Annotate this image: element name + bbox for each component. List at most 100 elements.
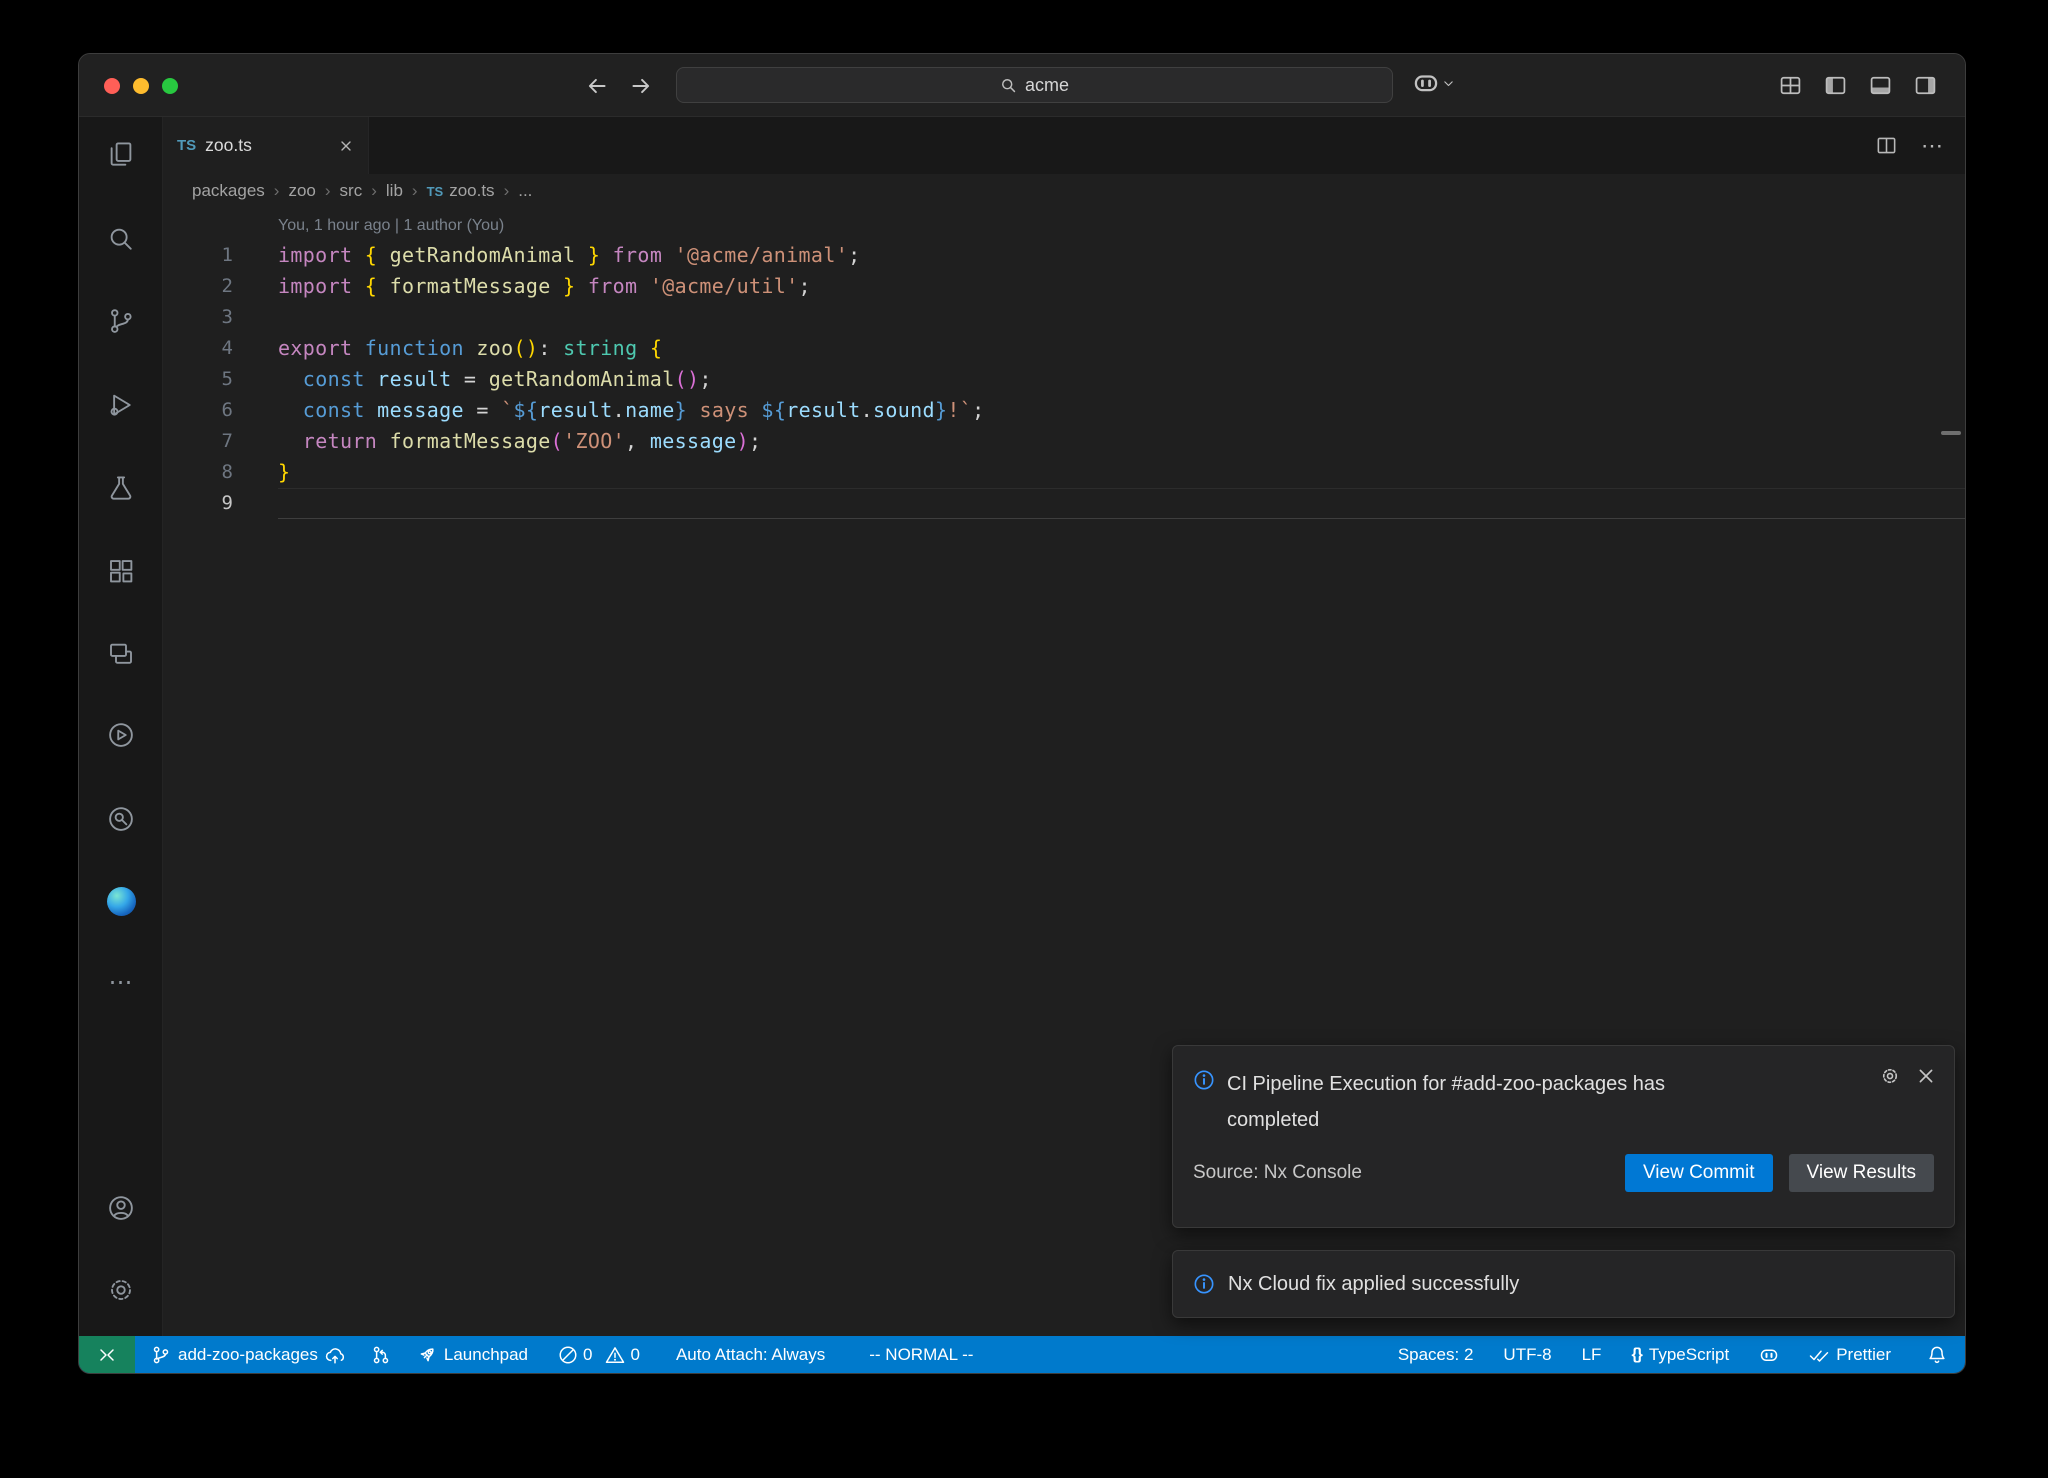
- breadcrumb-overflow[interactable]: ...: [518, 181, 532, 201]
- notification-close-icon[interactable]: [1916, 1066, 1936, 1086]
- breadcrumb-item[interactable]: src: [340, 181, 363, 201]
- code-line[interactable]: 9: [163, 488, 1965, 519]
- search-icon: [1000, 77, 1017, 94]
- copilot-icon: [1759, 1345, 1779, 1365]
- breadcrumb-separator-icon: ›: [412, 181, 418, 201]
- auto-attach-status[interactable]: Auto Attach: Always: [676, 1345, 825, 1365]
- copilot-menu-button[interactable]: [1413, 70, 1455, 96]
- code-line[interactable]: 4export function zoo(): string {: [163, 333, 1965, 364]
- close-window-button[interactable]: [104, 78, 120, 94]
- remote-indicator[interactable]: [79, 1336, 135, 1373]
- view-commit-button[interactable]: View Commit: [1625, 1154, 1773, 1192]
- circle-play-icon[interactable]: [106, 720, 136, 750]
- launchpad-label: Launchpad: [444, 1345, 528, 1365]
- code-line[interactable]: 8}: [163, 457, 1965, 488]
- line-number: 2: [163, 271, 233, 302]
- breadcrumb-item[interactable]: zoo: [288, 181, 315, 201]
- edge-devtools-icon[interactable]: [106, 886, 136, 916]
- forward-arrow-icon: [630, 75, 652, 97]
- code-line[interactable]: 2import { formatMessage } from '@acme/ut…: [163, 271, 1965, 302]
- search-bar[interactable]: acme: [676, 67, 1393, 103]
- status-bar-right: Spaces: 2 UTF-8 LF {} TypeScript Prettie…: [1398, 1345, 1965, 1365]
- notification-toast-ci-pipeline: CI Pipeline Execution for #add-zoo-packa…: [1172, 1045, 1955, 1228]
- pull-request-icon: [371, 1345, 391, 1365]
- customize-layout-icon[interactable]: [1779, 74, 1802, 97]
- code-line[interactable]: 6 const message = `${result.name} says $…: [163, 395, 1965, 426]
- braces-icon: {}: [1631, 1346, 1641, 1364]
- notification-source: Source: Nx Console: [1193, 1162, 1362, 1184]
- toggle-primary-sidebar-icon[interactable]: [1824, 74, 1847, 97]
- back-button[interactable]: [584, 73, 610, 99]
- tab-zoo-ts[interactable]: TS zoo.ts: [163, 117, 369, 174]
- code-line[interactable]: 3: [163, 302, 1965, 333]
- problems-status[interactable]: 0 0: [558, 1345, 640, 1365]
- line-number: 6: [163, 395, 233, 426]
- forward-button[interactable]: [628, 73, 654, 99]
- line-number: 3: [163, 302, 233, 333]
- toggle-panel-icon[interactable]: [1869, 74, 1892, 97]
- code-line[interactable]: 5 const result = getRandomAnimal();: [163, 364, 1965, 395]
- pull-request-status[interactable]: [371, 1345, 391, 1365]
- more-views-icon[interactable]: ⋯: [106, 968, 136, 998]
- notification-settings-gear-icon[interactable]: [1880, 1066, 1900, 1086]
- extensions-icon[interactable]: [106, 556, 136, 586]
- code-line[interactable]: 1import { getRandomAnimal } from '@acme/…: [163, 240, 1965, 271]
- status-bar: add-zoo-packages Launchpad 0 0 Auto Atta…: [79, 1336, 1965, 1373]
- warning-triangle-icon: [605, 1345, 625, 1365]
- line-number: 1: [163, 240, 233, 271]
- launchpad-status[interactable]: Launchpad: [417, 1345, 528, 1365]
- close-tab-button[interactable]: [338, 138, 354, 154]
- split-editor-icon[interactable]: [1876, 135, 1897, 156]
- more-actions-icon[interactable]: ⋯: [1921, 135, 1943, 156]
- activity-bar: ⋯: [79, 117, 163, 1336]
- tab-label: zoo.ts: [205, 135, 252, 156]
- toggle-secondary-sidebar-icon[interactable]: [1914, 74, 1937, 97]
- search-value: acme: [1025, 75, 1069, 96]
- view-results-button[interactable]: View Results: [1789, 1154, 1934, 1192]
- formatter-status[interactable]: Prettier: [1809, 1345, 1891, 1365]
- double-check-icon: [1809, 1345, 1829, 1365]
- git-blame-annotation[interactable]: You, 1 hour ago | 1 author (You): [278, 214, 1965, 238]
- breadcrumb[interactable]: packages›zoo›src›lib›TSzoo.ts›...: [163, 174, 1965, 208]
- notification-message: CI Pipeline Execution for #add-zoo-packa…: [1227, 1066, 1727, 1138]
- chevron-down-icon: [1442, 77, 1455, 90]
- layout-controls: [1779, 54, 1937, 117]
- minimize-window-button[interactable]: [133, 78, 149, 94]
- breadcrumb-file[interactable]: zoo.ts: [449, 181, 494, 201]
- indentation-status[interactable]: Spaces: 2: [1398, 1345, 1474, 1365]
- copilot-icon: [1413, 70, 1439, 96]
- encoding-status[interactable]: UTF-8: [1503, 1345, 1551, 1365]
- explorer-icon[interactable]: [106, 139, 136, 169]
- ts-file-icon: TS: [177, 137, 196, 154]
- cloud-upload-icon: [325, 1345, 345, 1365]
- code-line[interactable]: 7 return formatMessage('ZOO', message);: [163, 426, 1965, 457]
- branch-status[interactable]: add-zoo-packages: [151, 1345, 345, 1365]
- search-view-icon[interactable]: [106, 224, 136, 254]
- eol-status[interactable]: LF: [1582, 1345, 1602, 1365]
- run-and-debug-icon[interactable]: [106, 390, 136, 420]
- notification-message: Nx Cloud fix applied successfully: [1228, 1273, 1519, 1296]
- tab-bar: TS zoo.ts ⋯: [163, 117, 1965, 174]
- notifications-bell[interactable]: [1927, 1345, 1947, 1365]
- settings-gear-icon[interactable]: [106, 1275, 136, 1305]
- remote-windows-icon[interactable]: [106, 639, 136, 669]
- zoom-window-button[interactable]: [162, 78, 178, 94]
- close-icon: [338, 138, 354, 154]
- editor-actions: ⋯: [1876, 117, 1943, 174]
- breadcrumb-item[interactable]: lib: [386, 181, 403, 201]
- breadcrumb-separator-icon: ›: [371, 181, 377, 201]
- vim-mode-status[interactable]: -- NORMAL --: [869, 1345, 973, 1365]
- vscode-window: acme: [78, 53, 1966, 1374]
- breadcrumb-item[interactable]: packages: [192, 181, 265, 201]
- source-control-icon[interactable]: [106, 306, 136, 336]
- code-search-icon[interactable]: [106, 804, 136, 834]
- rocket-icon: [417, 1345, 437, 1365]
- copilot-status[interactable]: [1759, 1345, 1779, 1365]
- desktop: { "titlebar": { "search_value": "acme" }…: [0, 0, 2048, 1478]
- testing-icon[interactable]: [106, 473, 136, 503]
- language-mode-status[interactable]: {} TypeScript: [1631, 1345, 1729, 1365]
- account-icon[interactable]: [106, 1193, 136, 1223]
- git-branch-icon: [151, 1345, 171, 1365]
- line-number: 4: [163, 333, 233, 364]
- info-icon: [1193, 1069, 1215, 1138]
